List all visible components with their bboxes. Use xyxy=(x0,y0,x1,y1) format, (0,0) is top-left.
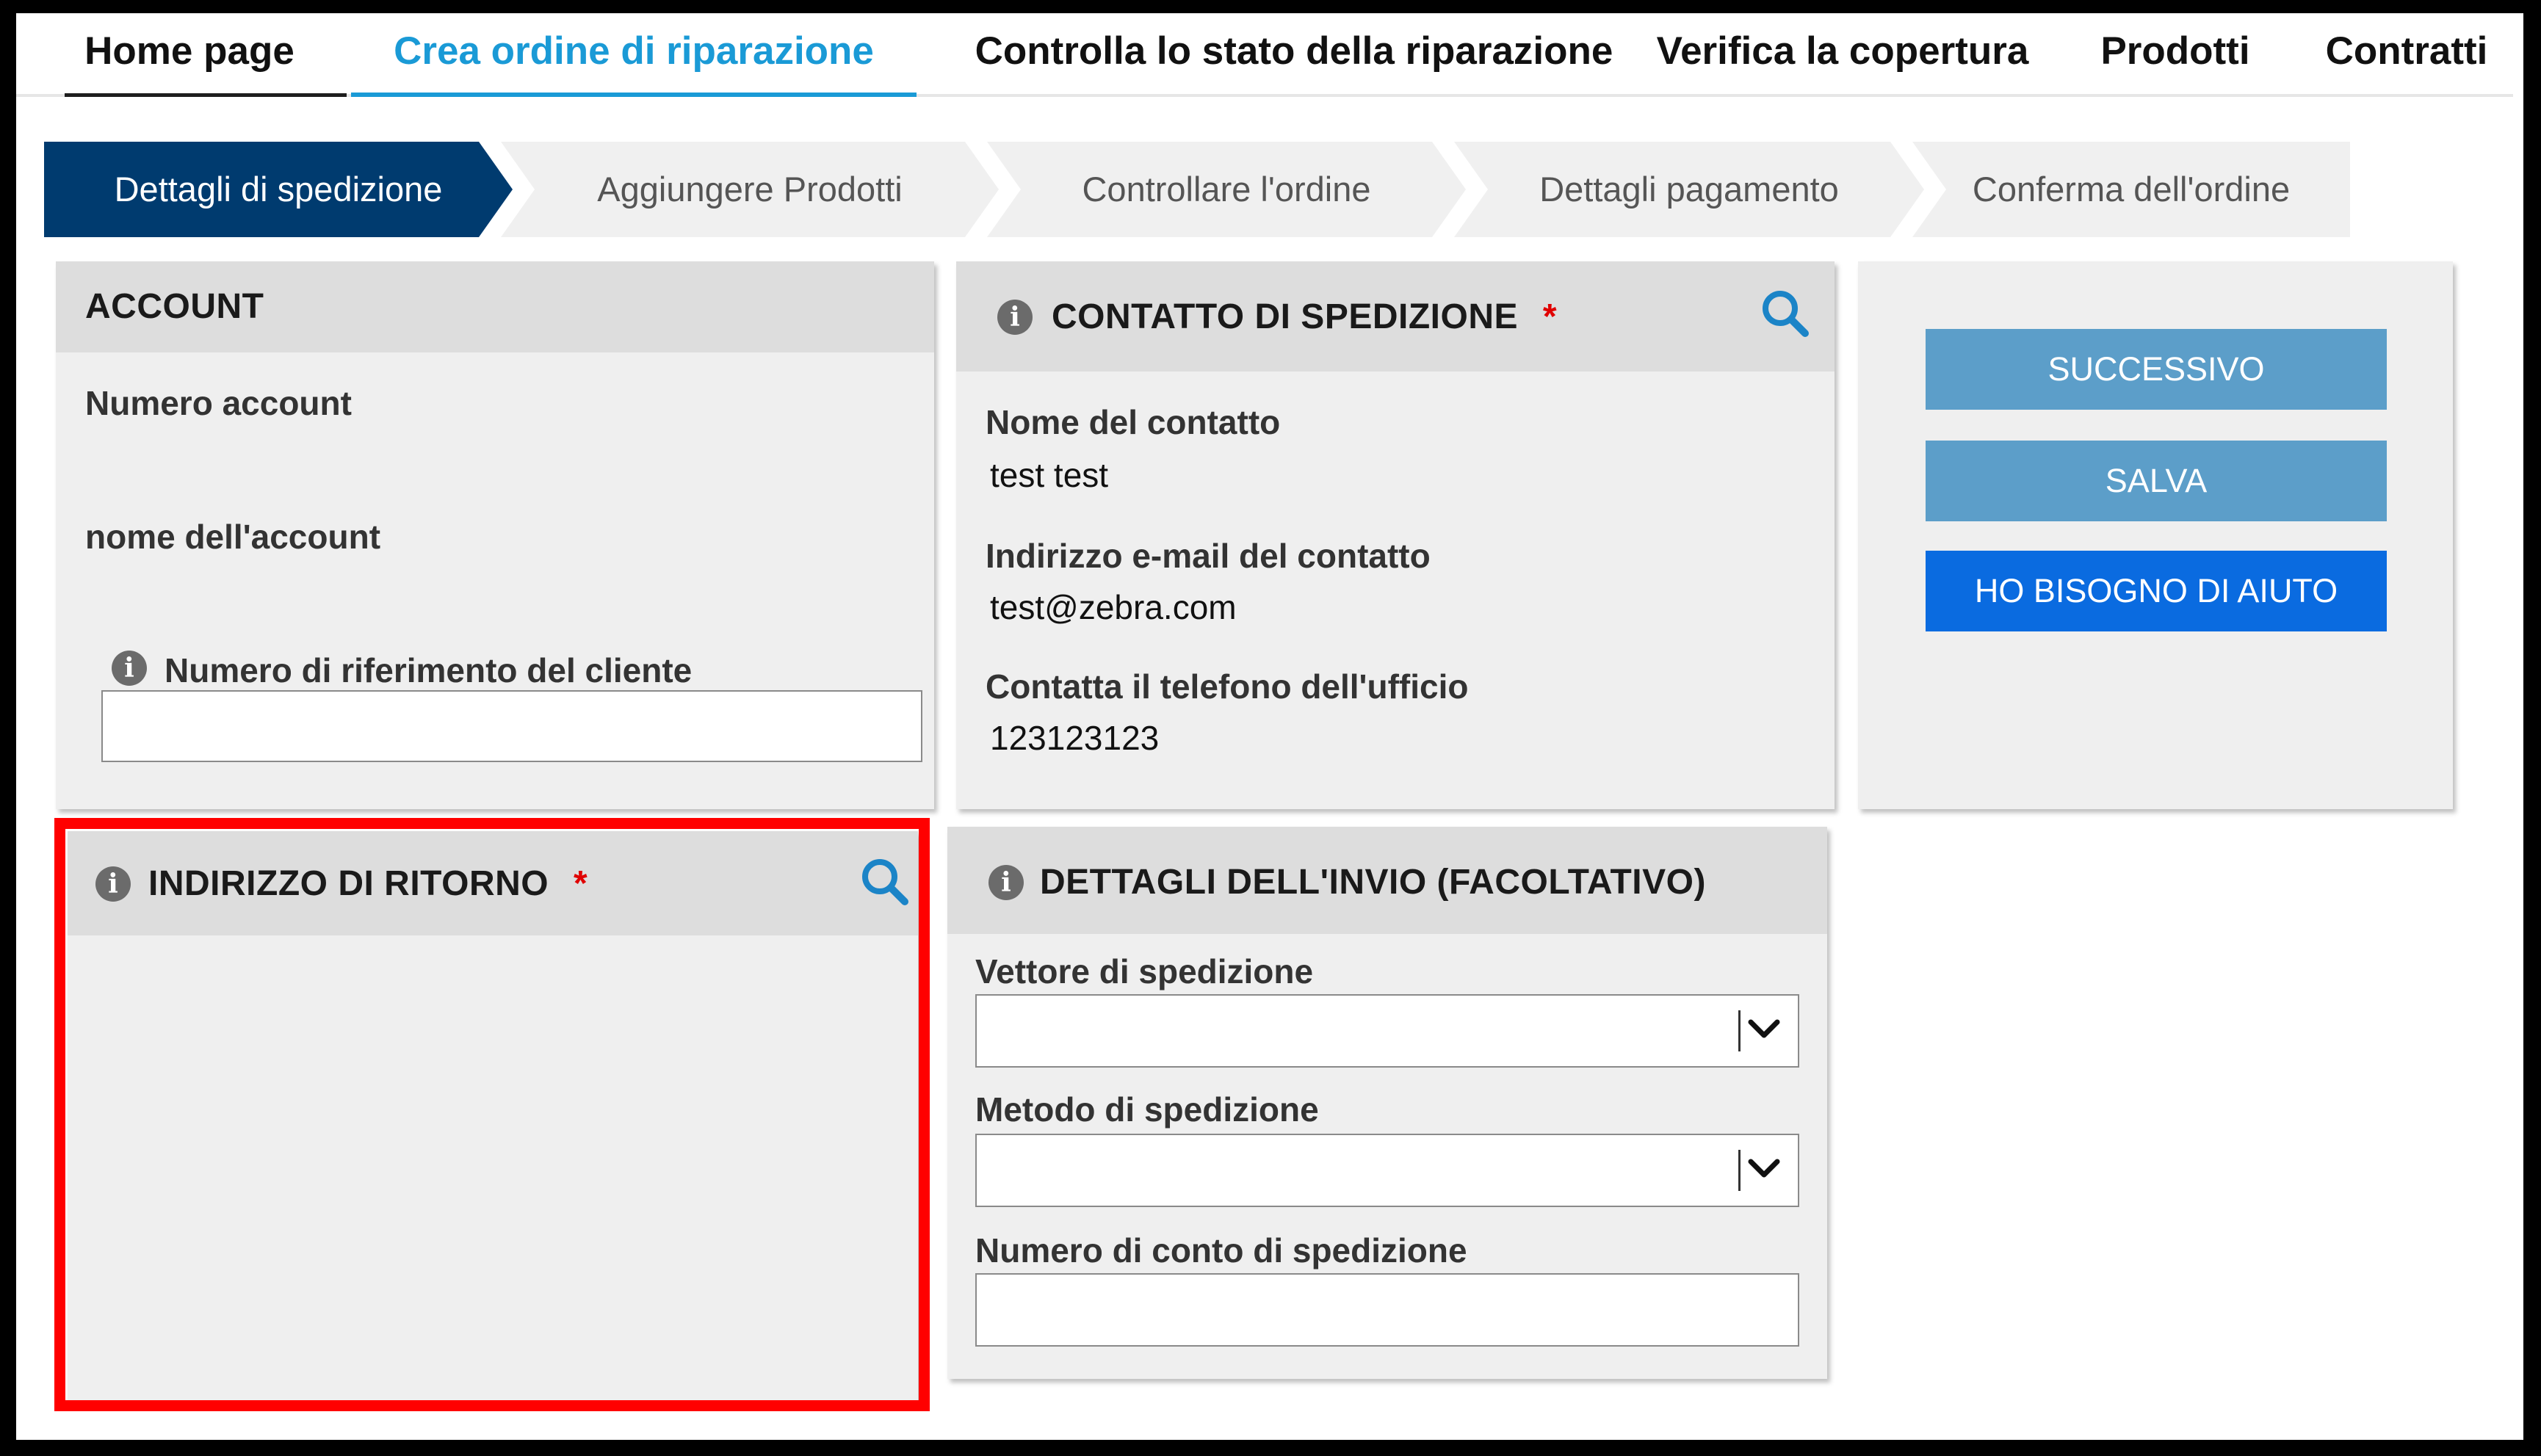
shipping-details-panel: i DETTAGLI DELL'INVIO (FACOLTATIVO) Vett… xyxy=(947,827,1827,1379)
nav-verify-coverage[interactable]: Verifica la copertura xyxy=(1648,13,2037,94)
nav-products[interactable]: Prodotti xyxy=(2078,13,2272,94)
return-address-title: INDIRIZZO DI RITORNO * xyxy=(148,863,588,904)
carrier-select[interactable] xyxy=(975,994,1799,1068)
shipping-details-title: DETTAGLI DELL'INVIO (FACOLTATIVO) xyxy=(1040,863,1706,902)
account-name-label: nome dell'account xyxy=(85,518,381,556)
chevron-down-icon[interactable] xyxy=(1743,1148,1785,1189)
nav-home-underline xyxy=(65,93,347,97)
save-button[interactable]: SALVA xyxy=(1926,441,2387,521)
account-number-label: Numero account xyxy=(85,384,352,422)
nav-check-repair-status[interactable]: Controlla lo stato della riparazione xyxy=(941,13,1647,94)
info-icon: i xyxy=(112,651,147,686)
account-title: ACCOUNT xyxy=(85,287,264,326)
shipping-account-input[interactable] xyxy=(975,1273,1799,1347)
nav-contracts[interactable]: Contratti xyxy=(2300,13,2513,94)
top-navigation: Home page Crea ordine di riparazione Con… xyxy=(16,13,2513,97)
carrier-label: Vettore di spedizione xyxy=(975,952,1314,990)
account-panel-header: ACCOUNT xyxy=(56,261,934,352)
chevron-down-icon[interactable] xyxy=(1743,1009,1785,1050)
nav-home[interactable]: Home page xyxy=(65,13,314,94)
info-icon: i xyxy=(988,865,1024,900)
step-review-order[interactable]: Controllare l'ordine xyxy=(987,142,1466,237)
page-frame: Home page Crea ordine di riparazione Con… xyxy=(16,13,2523,1440)
select-separator xyxy=(1738,1010,1741,1051)
contact-name-label: Nome del contatto xyxy=(986,403,1281,441)
shipping-contact-title: CONTATTO DI SPEDIZIONE * xyxy=(1052,297,1557,337)
contact-email-label: Indirizzo e-mail del contatto xyxy=(986,537,1431,575)
step-add-products[interactable]: Aggiungere Prodotti xyxy=(501,142,999,237)
shipping-details-header: i DETTAGLI DELL'INVIO (FACOLTATIVO) xyxy=(947,827,1827,934)
step-order-confirmation[interactable]: Conferma dell'ordine xyxy=(1912,142,2350,237)
search-icon[interactable] xyxy=(858,855,911,908)
account-panel: ACCOUNT Numero account nome dell'account… xyxy=(56,261,934,809)
customer-reference-input[interactable] xyxy=(101,690,922,762)
nav-active-underline xyxy=(351,93,917,97)
select-separator xyxy=(1738,1150,1741,1191)
shipping-contact-panel: i CONTATTO DI SPEDIZIONE * Nome del cont… xyxy=(956,261,1835,809)
shipping-contact-title-text: CONTATTO DI SPEDIZIONE xyxy=(1052,297,1519,336)
order-stepper: Dettagli di spedizione Aggiungere Prodot… xyxy=(44,142,2350,237)
return-address-header: i INDIRIZZO DI RITORNO * xyxy=(68,831,918,935)
contact-email-value: test@zebra.com xyxy=(990,588,1237,626)
actions-panel: SUCCESSIVO SALVA HO BISOGNO DI AIUTO xyxy=(1858,261,2453,809)
contact-phone-label: Contatta il telefono dell'ufficio xyxy=(986,667,1469,706)
step-payment-details[interactable]: Dettagli pagamento xyxy=(1454,142,1924,237)
shipping-account-label: Numero di conto di spedizione xyxy=(975,1231,1467,1270)
return-address-panel: i INDIRIZZO DI RITORNO * xyxy=(68,831,918,1401)
contact-name-value: test test xyxy=(990,456,1109,494)
step-shipping-details[interactable]: Dettagli di spedizione xyxy=(44,142,513,237)
info-icon: i xyxy=(997,300,1033,335)
nav-create-repair-order[interactable]: Crea ordine di riparazione xyxy=(351,13,917,94)
return-address-title-text: INDIRIZZO DI RITORNO xyxy=(148,864,549,903)
method-select[interactable] xyxy=(975,1134,1799,1207)
method-label: Metodo di spedizione xyxy=(975,1090,1319,1129)
required-asterisk: * xyxy=(573,864,588,903)
info-icon: i xyxy=(95,866,131,902)
search-icon[interactable] xyxy=(1758,286,1811,339)
shipping-contact-header: i CONTATTO DI SPEDIZIONE * xyxy=(956,261,1835,372)
contact-phone-value: 123123123 xyxy=(990,719,1160,757)
help-button[interactable]: HO BISOGNO DI AIUTO xyxy=(1926,551,2387,631)
required-asterisk: * xyxy=(1542,297,1558,336)
next-button[interactable]: SUCCESSIVO xyxy=(1926,329,2387,410)
customer-reference-label: Numero di riferimento del cliente xyxy=(165,651,693,689)
